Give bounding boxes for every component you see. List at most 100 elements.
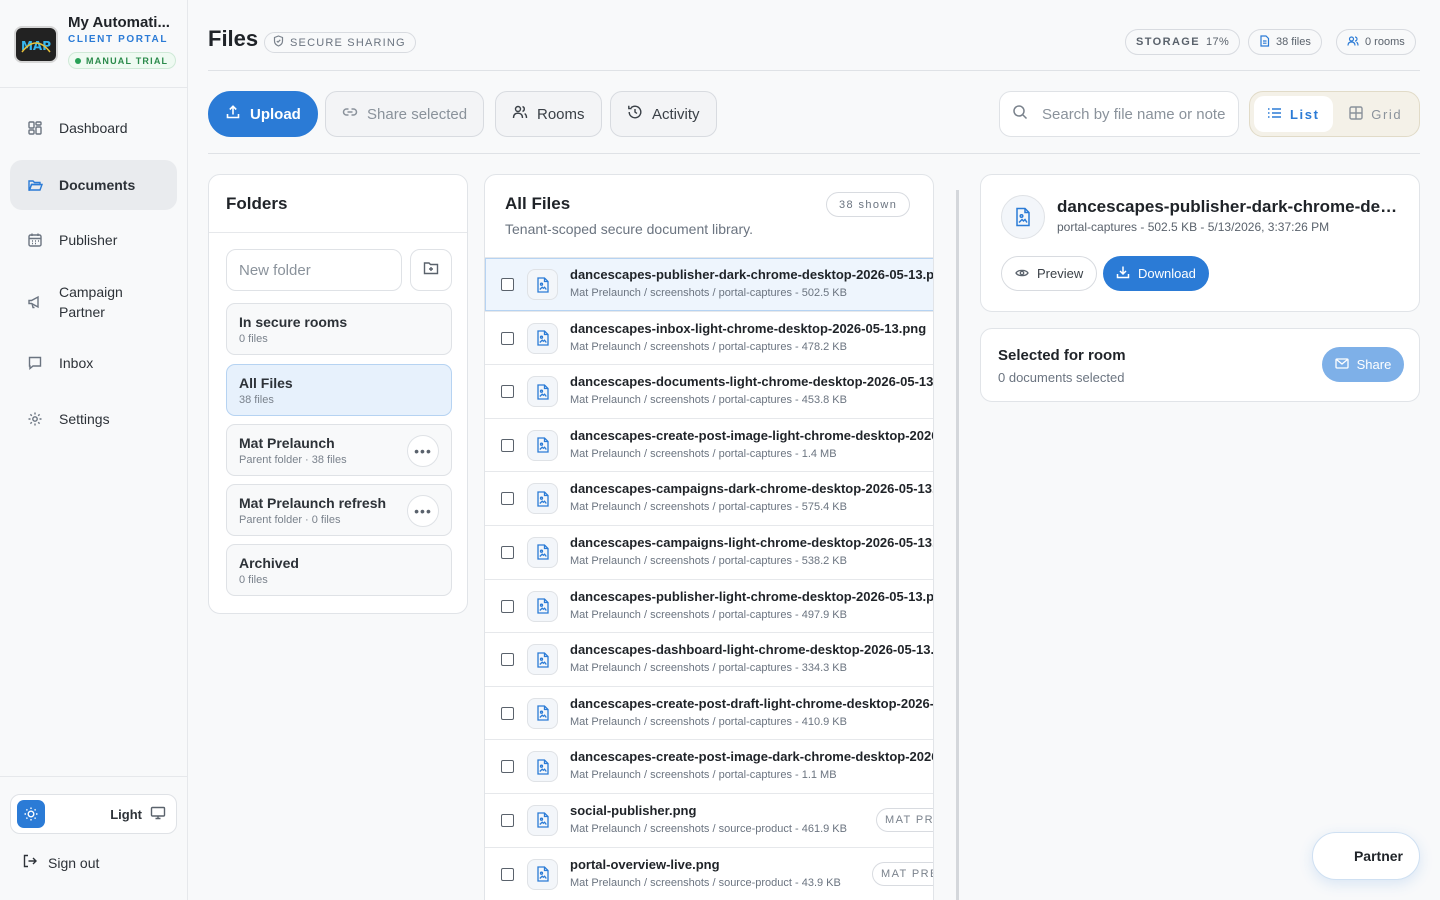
share-selected-button[interactable]: Share selected — [325, 91, 485, 137]
file-name: dancescapes-dashboard-light-chrome-deskt… — [570, 642, 934, 658]
file-checkbox[interactable] — [501, 438, 514, 452]
file-text-icon — [1259, 34, 1270, 50]
view-grid-button[interactable]: Grid — [1337, 96, 1416, 132]
file-checkbox[interactable] — [501, 867, 514, 881]
divider — [208, 70, 1420, 71]
file-meta: Mat Prelaunch / screenshots / portal-cap… — [570, 394, 847, 407]
sign-out-icon — [22, 853, 38, 872]
rooms-button[interactable]: Rooms — [495, 91, 602, 137]
file-meta: Mat Prelaunch / screenshots / portal-cap… — [570, 340, 847, 353]
file-image-icon — [527, 376, 558, 408]
folder-name: In secure rooms — [239, 314, 348, 330]
file-checkbox[interactable] — [501, 278, 514, 291]
folder-more-button[interactable]: ••• — [407, 435, 439, 467]
upload-button[interactable]: Upload — [208, 91, 318, 137]
file-row[interactable]: dancescapes-create-post-image-dark-chrom… — [485, 740, 933, 794]
file-name: dancescapes-create-post-draft-light-chro… — [570, 695, 934, 711]
sign-out-label: Sign out — [48, 854, 100, 871]
share-button[interactable]: Share — [1322, 347, 1404, 382]
theme-label: Light — [110, 806, 142, 822]
folder-more-button[interactable]: ••• — [407, 495, 439, 527]
divider — [0, 776, 187, 777]
partner-button[interactable]: Partner — [1312, 832, 1420, 880]
file-image-icon — [527, 644, 558, 676]
secure-sharing-badge: SECURE SHARING — [264, 32, 416, 53]
sidebar-item-inbox[interactable]: Inbox — [10, 338, 177, 388]
folder-item[interactable]: Mat Prelaunch Parent folder · 38 files •… — [226, 424, 452, 476]
sidebar-item-settings[interactable]: Settings — [10, 394, 177, 444]
brand-name: My Automati... — [68, 14, 170, 31]
sidebar-item-publisher[interactable]: Publisher — [10, 215, 177, 265]
file-checkbox[interactable] — [501, 385, 514, 399]
file-checkbox[interactable] — [501, 760, 514, 774]
create-folder-button[interactable] — [410, 249, 452, 291]
sidebar-item-documents[interactable]: Documents — [10, 160, 177, 210]
files-title: All Files — [505, 194, 571, 213]
search-box[interactable] — [999, 91, 1239, 137]
file-meta: Mat Prelaunch / screenshots / portal-cap… — [570, 715, 847, 728]
file-row[interactable]: portal-overview-live.png Mat Prelaunch / … — [485, 848, 933, 900]
file-row[interactable]: dancescapes-campaigns-dark-chrome-deskto… — [485, 472, 934, 526]
detail-file-meta: portal-captures - 502.5 KB - 5/13/2026, … — [1057, 220, 1330, 234]
brand-subtitle: CLIENT PORTAL — [68, 34, 169, 45]
search-icon — [1012, 104, 1028, 125]
folder-item[interactable]: In secure rooms 0 files — [226, 303, 452, 355]
divider — [209, 232, 467, 233]
folder-item[interactable]: Mat Prelaunch refresh Parent folder · 0 … — [226, 484, 452, 536]
monitor-icon — [150, 806, 166, 823]
file-name: dancescapes-create-post-image-dark-chrom… — [570, 749, 933, 765]
file-row[interactable]: dancescapes-publisher-light-chrome-deskt… — [485, 580, 933, 634]
file-name: dancescapes-campaigns-dark-chrome-deskto… — [570, 481, 934, 497]
brand[interactable]: MAP My Automati... CLIENT PORTAL MANUAL … — [14, 14, 184, 70]
download-button[interactable]: Download — [1103, 256, 1209, 291]
folder-item[interactable]: All Files 38 files — [226, 364, 452, 416]
folder-count: 0 files — [239, 574, 268, 586]
preview-button[interactable]: Preview — [1001, 256, 1098, 291]
file-row[interactable]: social-publisher.png Mat Prelaunch / scre… — [485, 794, 933, 848]
file-row[interactable]: dancescapes-create-post-draft-light-chro… — [485, 687, 934, 741]
files-count: 38 files — [1276, 36, 1311, 48]
files-panel: All Files Tenant-scoped secure document … — [484, 174, 934, 900]
file-row[interactable]: dancescapes-documents-light-chrome-deskt… — [485, 365, 933, 419]
file-checkbox[interactable] — [501, 492, 514, 506]
folder-name: Archived — [239, 555, 299, 571]
file-row[interactable]: dancescapes-dashboard-light-chrome-deskt… — [485, 633, 934, 687]
file-checkbox[interactable] — [501, 545, 514, 559]
link-icon — [342, 104, 358, 124]
theme-toggle[interactable]: Light — [10, 794, 177, 834]
file-name: dancescapes-inbox-light-chrome-desktop-2… — [570, 320, 927, 336]
sidebar-item-label: Settings — [59, 411, 110, 427]
view-list-button[interactable]: List — [1254, 96, 1333, 132]
file-checkbox[interactable] — [501, 331, 514, 345]
file-checkbox[interactable] — [501, 706, 514, 720]
message-icon — [27, 355, 43, 371]
file-image-icon — [527, 269, 558, 300]
file-image-icon — [527, 322, 558, 354]
file-row[interactable]: dancescapes-campaigns-light-chrome-deskt… — [485, 526, 933, 580]
svg-text:MAP: MAP — [21, 39, 51, 53]
file-image-icon — [527, 804, 558, 836]
sign-out-button[interactable]: Sign out — [22, 853, 99, 872]
folder-count: 0 files — [239, 333, 268, 345]
folder-item[interactable]: Archived 0 files — [226, 544, 452, 596]
activity-button[interactable]: Activity — [610, 91, 717, 137]
calendar-icon — [27, 232, 43, 248]
trial-badge-label: MANUAL TRIAL — [86, 55, 169, 66]
scrollbar[interactable] — [956, 190, 959, 900]
files-count-badge: 38 files — [1248, 29, 1322, 55]
room-selection-panel: Selected for room 0 documents selected S… — [980, 328, 1420, 402]
file-checkbox[interactable] — [501, 599, 514, 613]
gear-icon — [27, 411, 43, 427]
file-image-icon — [527, 590, 558, 622]
file-row[interactable]: dancescapes-create-post-image-light-chro… — [485, 419, 933, 473]
file-checkbox[interactable] — [501, 653, 514, 667]
file-row[interactable]: dancescapes-inbox-light-chrome-desktop-2… — [485, 312, 933, 366]
file-row[interactable]: dancescapes-publisher-dark-chrome-deskto… — [485, 258, 933, 312]
file-checkbox[interactable] — [501, 813, 514, 827]
sidebar-item-campaign-partner[interactable]: Campaign Partner — [10, 272, 177, 332]
megaphone-icon — [27, 294, 43, 310]
new-folder-input[interactable] — [226, 249, 402, 291]
search-input[interactable] — [1042, 105, 1232, 123]
file-image-icon — [1001, 195, 1045, 239]
sidebar-item-dashboard[interactable]: Dashboard — [10, 103, 177, 153]
